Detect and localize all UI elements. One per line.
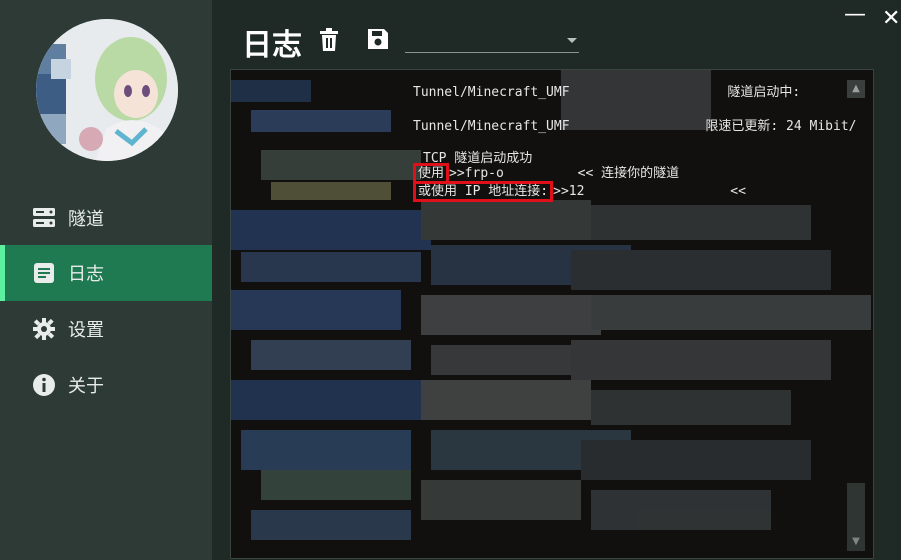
- scroll-down-icon[interactable]: ▼: [847, 533, 865, 551]
- page-title: 日志: [242, 28, 302, 63]
- sidebar-item-about[interactable]: 关于: [0, 357, 212, 413]
- close-button[interactable]: ✕: [882, 6, 900, 31]
- info-icon: [31, 372, 57, 398]
- sidebar-item-log[interactable]: 日志: [0, 245, 212, 301]
- sidebar-item-label: 关于: [68, 376, 104, 397]
- trash-icon: [320, 28, 338, 51]
- log-icon: [31, 260, 57, 286]
- server-icon: [31, 205, 57, 231]
- log-line: 或使用 IP 地址连接: >>12 <<: [413, 180, 746, 202]
- scroll-up-icon[interactable]: ▲: [847, 80, 865, 98]
- avatar[interactable]: [36, 19, 178, 161]
- log-lines: Tunnel/Minecraft_UMF 隧道启动中: Tunnel/Minec…: [413, 70, 888, 558]
- delete-button[interactable]: [318, 28, 342, 52]
- sidebar-item-tunnels[interactable]: 隧道: [0, 190, 212, 246]
- log-output[interactable]: Tunnel/Minecraft_UMF 隧道启动中: Tunnel/Minec…: [230, 69, 874, 559]
- main-panel: 日志 — ✕ Tunnel/Minecraft_UMF 隧道启动中: Tunne…: [212, 0, 901, 560]
- sidebar: 隧道 日志 设置 关于: [0, 0, 212, 560]
- log-line: 使用 >>frp-o << 连接你的隧道: [413, 162, 679, 184]
- sidebar-item-settings[interactable]: 设置: [0, 301, 212, 357]
- save-button[interactable]: [367, 28, 391, 52]
- sidebar-item-label: 设置: [68, 320, 104, 341]
- gear-icon: [31, 316, 57, 342]
- log-line: Tunnel/Minecraft_UMF 隧道启动中:: [413, 85, 801, 100]
- minimize-button[interactable]: —: [844, 2, 866, 27]
- sidebar-item-label: 隧道: [68, 209, 104, 230]
- log-scrollbar[interactable]: ▲ ▼: [847, 78, 865, 556]
- highlight-box: 或使用 IP 地址连接:: [413, 181, 554, 202]
- chevron-down-icon: [567, 38, 577, 43]
- save-icon: [368, 29, 388, 49]
- avatar-image: [36, 19, 178, 161]
- log-line: Tunnel/Minecraft_UMF 限速已更新: 24 Mibit/: [413, 119, 857, 134]
- sidebar-item-label: 日志: [68, 264, 104, 285]
- log-file-select[interactable]: [405, 30, 579, 53]
